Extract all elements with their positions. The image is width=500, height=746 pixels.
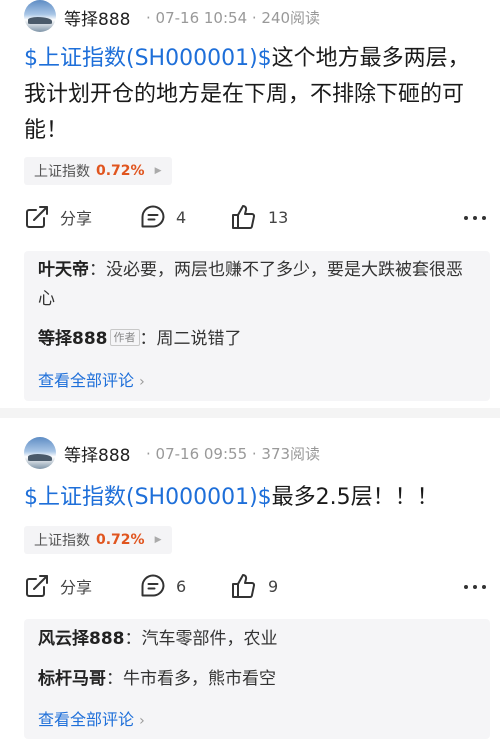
share-button[interactable]: 分享 <box>24 573 92 599</box>
commenter-name[interactable]: 标杆马哥 <box>38 669 106 689</box>
chevron-right-icon: › <box>139 374 145 390</box>
commenter-name[interactable]: 叶天帝 <box>38 260 89 280</box>
stock-tag[interactable]: 上证指数 0.72% ▶ <box>24 157 172 185</box>
share-label: 分享 <box>60 578 93 597</box>
share-button[interactable]: 分享 <box>24 204 92 230</box>
comment-separator: ： <box>139 329 157 349</box>
comment-icon <box>141 574 165 597</box>
comment-button[interactable]: 4 <box>140 204 186 230</box>
post-2: 等择888 · 07-16 09:55 · 373阅读 $上证指数(SH0000… <box>0 418 500 746</box>
stock-link[interactable]: $上证指数(SH000001)$ <box>24 485 272 510</box>
caret-right-icon: ▶ <box>154 535 162 545</box>
comment-text: 牛市看多，熊市看空 <box>123 669 276 689</box>
comment-item[interactable]: 风云择888：汽车零部件，农业 <box>38 625 478 654</box>
like-button[interactable]: 13 <box>230 204 288 230</box>
comment-item[interactable]: 叶天帝：没必要，两层也赚不了多少，要是大跌被套很恶心 <box>38 256 478 314</box>
comment-count: 4 <box>176 207 187 227</box>
comment-item[interactable]: 标杆马哥：牛市看多，熊市看空 <box>38 665 478 694</box>
stock-link[interactable]: $上证指数(SH000001)$ <box>24 46 272 71</box>
comment-separator: ： <box>124 629 142 649</box>
post-text: 最多2.5层！！！ <box>271 485 439 510</box>
avatar[interactable] <box>24 437 56 469</box>
commenter-name[interactable]: 等择888 <box>38 329 108 349</box>
stock-tag-percent: 0.72% <box>96 532 145 548</box>
comment-text: 汽车零部件，农业 <box>141 629 278 649</box>
caret-right-icon: ▶ <box>154 166 162 176</box>
post-divider <box>0 408 500 418</box>
share-label: 分享 <box>60 209 93 228</box>
stock-tag-name: 上证指数 <box>34 533 90 549</box>
more-icon[interactable] <box>464 585 486 589</box>
post-1: 等择888 · 07-16 10:54 · 240阅读 $上证指数(SH0000… <box>0 0 500 408</box>
stock-tag[interactable]: 上证指数 0.72% ▶ <box>24 526 172 554</box>
stock-tag-name: 上证指数 <box>34 164 90 180</box>
like-icon <box>232 574 256 599</box>
post-content: $上证指数(SH000001)$这个地方最多两层，我计划开仓的地方是在下周，不排… <box>24 41 486 149</box>
like-button[interactable]: 9 <box>230 573 278 599</box>
comment-separator: ： <box>106 669 123 689</box>
comment-count: 6 <box>176 576 187 596</box>
avatar[interactable] <box>24 0 56 32</box>
comment-text: 周二说错了 <box>156 329 242 349</box>
username[interactable]: 等择888 <box>64 5 130 30</box>
like-count: 13 <box>268 207 289 227</box>
view-all-comments-link[interactable]: 查看全部评论 › <box>38 367 145 391</box>
comment-button[interactable]: 6 <box>140 573 186 599</box>
comment-separator: ： <box>89 260 106 280</box>
view-all-comments-link[interactable]: 查看全部评论 › <box>38 706 145 730</box>
post-meta: · 07-16 10:54 · 240阅读 <box>146 9 321 27</box>
comment-item[interactable]: 等择888 作者 ：周二说错了 <box>38 325 478 354</box>
commenter-name[interactable]: 风云择888 <box>38 629 125 649</box>
like-icon <box>232 205 256 230</box>
comment-box: 叶天帝：没必要，两层也赚不了多少，要是大跌被套很恶心 等择888 作者 ：周二说错了… <box>24 251 490 401</box>
more-icon[interactable] <box>464 216 486 220</box>
post-content: $上证指数(SH000001)$最多2.5层！！！ <box>24 480 486 516</box>
share-icon <box>26 206 48 228</box>
stock-tag-percent: 0.72% <box>96 163 145 179</box>
username[interactable]: 等择888 <box>64 441 130 466</box>
comment-icon <box>141 205 165 228</box>
chevron-right-icon: › <box>139 713 145 729</box>
comment-box: 风云择888：汽车零部件，农业 标杆马哥：牛市看多，熊市看空 查看全部评论 › <box>24 619 490 739</box>
like-count: 9 <box>268 576 279 596</box>
author-badge: 作者 <box>109 329 140 346</box>
share-icon <box>26 575 48 597</box>
post-meta: · 07-16 09:55 · 373阅读 <box>146 445 321 463</box>
